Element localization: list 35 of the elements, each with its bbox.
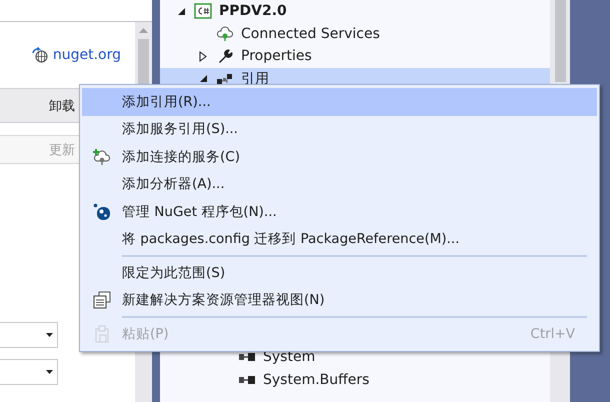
nuget-icon <box>93 202 111 221</box>
dropdown-field[interactable] <box>0 322 58 348</box>
nuget-link[interactable]: nuget.org <box>52 47 121 63</box>
expand-arrow-icon[interactable] <box>199 50 207 62</box>
menu-item[interactable]: 新建解决方案资源管理器视图(N) <box>82 286 597 314</box>
csharp-project-icon <box>194 3 212 20</box>
menu-item[interactable]: 限定为此范围(S) <box>82 259 597 286</box>
tree-item-label: Properties <box>241 48 312 64</box>
new-view-icon <box>93 291 111 310</box>
menu-item[interactable]: 管理 NuGet 程序包(N)... <box>82 198 597 226</box>
clipboard-icon <box>94 324 110 343</box>
collapse-arrow-icon[interactable] <box>176 6 186 16</box>
dropdown-field[interactable] <box>0 359 58 385</box>
tree-row[interactable]: Connected Services <box>160 22 550 45</box>
cloud-add-icon <box>92 148 112 166</box>
wrench-icon <box>217 48 233 64</box>
tree-row[interactable]: PPDV2.0 <box>160 0 550 22</box>
assembly-icon <box>238 352 256 362</box>
tree-row[interactable]: System.Buffers <box>160 368 550 391</box>
collapse-arrow-icon[interactable] <box>198 74 208 84</box>
dropdown-caret-icon <box>46 370 52 374</box>
assembly-icon <box>238 374 256 385</box>
globe-icon <box>32 47 48 63</box>
menu-item[interactable]: 将 packages.config 迁移到 PackageReference(M)... <box>82 226 597 253</box>
tree-item-label: System.Buffers <box>263 372 370 388</box>
tree-item-label: 引用 <box>241 70 269 88</box>
cloud-icon <box>216 26 234 42</box>
scrollbar-thumb[interactable] <box>554 0 566 82</box>
menu-item[interactable]: 添加分析器(A)... <box>82 170 597 198</box>
tree-item-label: PPDV2.0 <box>219 3 287 20</box>
tree-item-label: Connected Services <box>241 26 380 42</box>
references-icon <box>216 72 234 86</box>
dropdown-caret-icon <box>46 333 52 337</box>
tree-row[interactable]: Properties <box>160 45 550 68</box>
menu-item[interactable]: 添加引用(R)... <box>82 88 597 116</box>
